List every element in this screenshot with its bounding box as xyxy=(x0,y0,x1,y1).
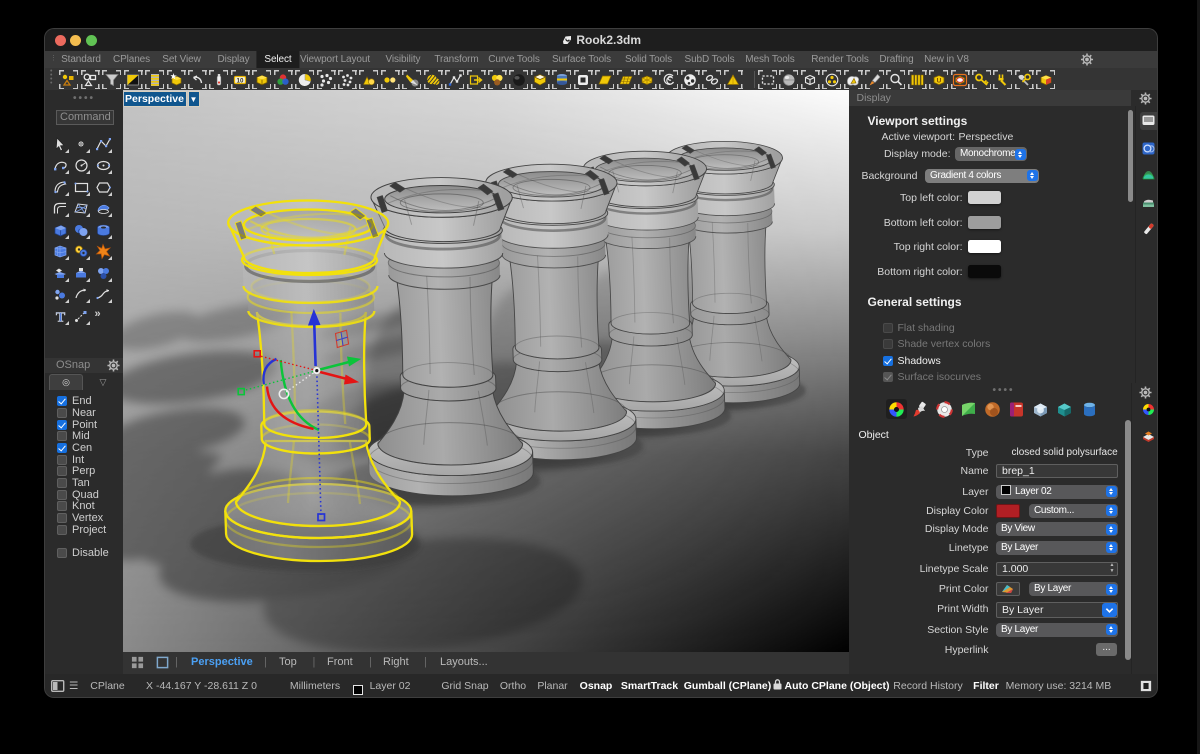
svg-text:U: U xyxy=(936,77,941,84)
svg-text:10: 10 xyxy=(237,77,244,84)
